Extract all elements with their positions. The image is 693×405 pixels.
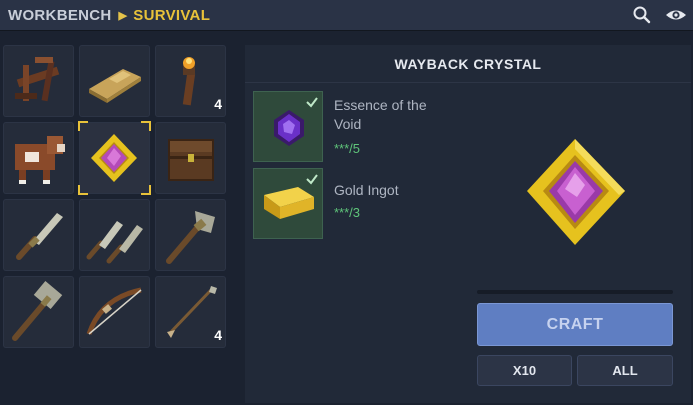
slot-cow[interactable] bbox=[3, 122, 74, 194]
ingredient-slot-essence[interactable] bbox=[253, 91, 323, 162]
craft-all-button[interactable]: ALL bbox=[577, 355, 673, 386]
recipe-title: WAYBACK CRYSTAL bbox=[245, 45, 691, 83]
slot-crossbow-stand[interactable] bbox=[3, 45, 74, 117]
wayback-crystal-preview bbox=[527, 139, 625, 245]
recipe-panel: WAYBACK CRYSTAL Essence of the Void ***/… bbox=[245, 45, 691, 403]
slot-count: 4 bbox=[214, 327, 222, 343]
slot-count: 4 bbox=[214, 96, 222, 112]
slot-wooden-bow[interactable] bbox=[79, 276, 150, 348]
ingredient-name: Essence of the Void bbox=[334, 97, 427, 132]
slot-stone-daggers[interactable] bbox=[79, 199, 150, 271]
selection-corner bbox=[78, 121, 88, 131]
ingredient-name: Gold Ingot bbox=[334, 182, 399, 198]
slot-torch[interactable]: 4 bbox=[155, 45, 226, 117]
cow-icon bbox=[15, 136, 65, 184]
stone-daggers-icon bbox=[86, 221, 143, 264]
stone-hammer-icon bbox=[12, 281, 63, 341]
ingredient-amount: ***/5 bbox=[334, 141, 361, 156]
crossbow-stand-icon bbox=[15, 57, 60, 102]
check-icon bbox=[306, 174, 318, 185]
breadcrumb-arrow-icon: ▶ bbox=[118, 10, 128, 22]
ingredient-slot-gold[interactable] bbox=[253, 168, 323, 239]
stone-axe-icon bbox=[166, 211, 215, 264]
selection-corner bbox=[141, 121, 151, 131]
search-icon[interactable] bbox=[632, 5, 652, 25]
wooden-bow-icon bbox=[86, 287, 142, 335]
slot-stone-axe[interactable] bbox=[155, 199, 226, 271]
slot-bedroll[interactable] bbox=[79, 45, 150, 117]
slot-stone-hammer[interactable] bbox=[3, 276, 74, 348]
selection-corner bbox=[141, 185, 151, 195]
bedroll-icon bbox=[89, 69, 141, 103]
ingredient-amount: ***/3 bbox=[334, 205, 361, 220]
top-bar: WORKBENCH ▶ SURVIVAL bbox=[0, 0, 693, 31]
wayback-crystal-icon bbox=[91, 134, 137, 182]
breadcrumb-current: SURVIVAL bbox=[133, 7, 211, 24]
check-icon bbox=[306, 97, 318, 108]
selection-corner bbox=[78, 185, 88, 195]
recipe-grid: 4 4 bbox=[3, 45, 229, 350]
stone-knife-icon bbox=[16, 213, 63, 260]
eye-icon[interactable] bbox=[664, 5, 688, 25]
slot-stone-knife[interactable] bbox=[3, 199, 74, 271]
breadcrumb-root[interactable]: WORKBENCH bbox=[8, 7, 112, 24]
craft-x10-button[interactable]: X10 bbox=[477, 355, 572, 386]
slot-wayback-crystal[interactable] bbox=[78, 121, 151, 195]
slot-stone-arrows[interactable]: 4 bbox=[155, 276, 226, 348]
breadcrumb: WORKBENCH ▶ SURVIVAL bbox=[8, 7, 210, 24]
chest-icon bbox=[168, 139, 214, 181]
slot-chest[interactable] bbox=[155, 122, 226, 194]
craft-progress-bar bbox=[477, 290, 673, 294]
craft-button[interactable]: CRAFT bbox=[477, 303, 673, 346]
